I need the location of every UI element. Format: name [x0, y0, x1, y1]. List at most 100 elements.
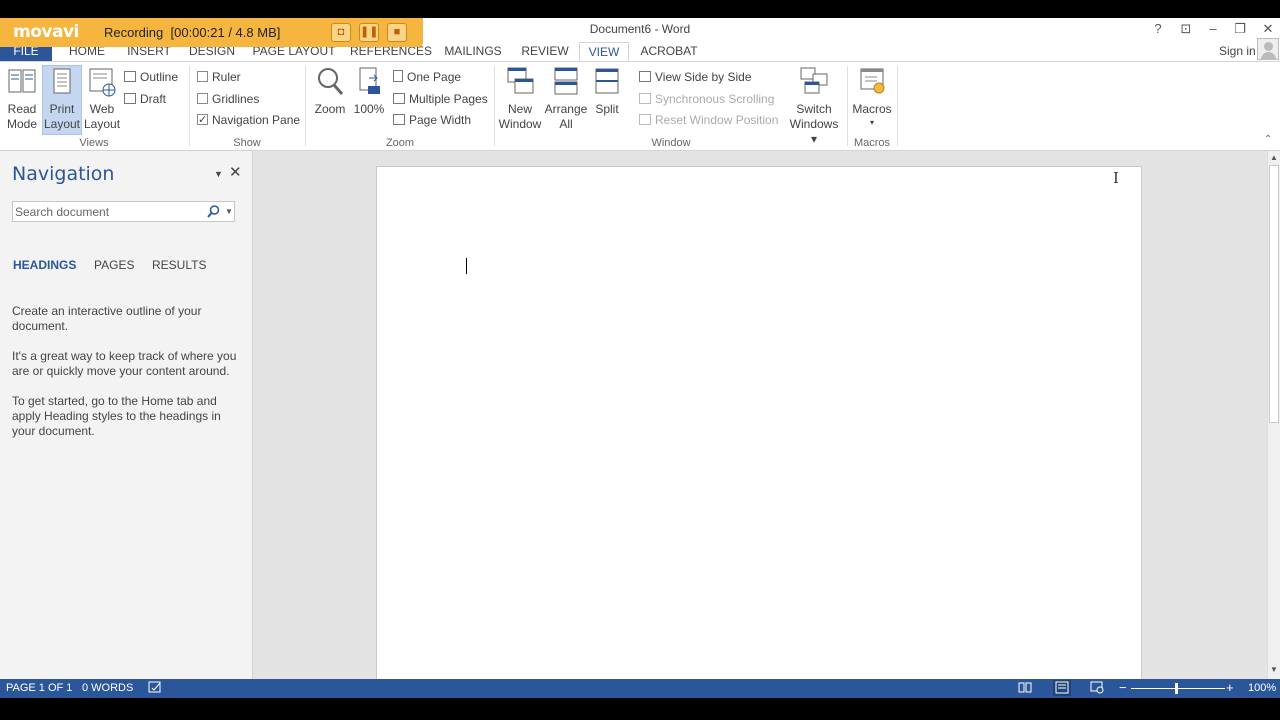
zoom-out-button[interactable]: −: [1119, 680, 1127, 695]
macros-icon: [857, 66, 887, 98]
read-mode-button[interactable]: Read Mode: [4, 66, 40, 134]
word-window: Document6 - Word ? ⊡ – ❐ ✕ movavi Record…: [0, 18, 1280, 698]
tab-pages[interactable]: PAGES: [94, 258, 134, 272]
search-icon[interactable]: [206, 204, 221, 219]
recorder-overlay: movavi Recording [00:00:21 / 4.8 MB] ◘ ❚…: [0, 18, 423, 47]
page-width-button[interactable]: Page Width: [393, 111, 471, 129]
draft-icon: [124, 93, 136, 104]
tab-acrobat[interactable]: ACROBAT: [638, 42, 700, 61]
pause-icon: ❚❚: [360, 26, 379, 38]
arrange-all-button[interactable]: Arrange All: [544, 66, 588, 134]
movavi-logo: movavi: [13, 22, 79, 42]
zoom-level[interactable]: 100%: [1248, 682, 1276, 694]
document-page[interactable]: I: [376, 166, 1142, 686]
avatar[interactable]: [1257, 38, 1279, 60]
page-count[interactable]: PAGE 1 OF 1: [6, 682, 72, 694]
show-group-label: Show: [233, 137, 261, 149]
restore-button[interactable]: ❐: [1227, 19, 1253, 39]
zoom-in-button[interactable]: +: [1226, 680, 1234, 695]
scroll-up-icon[interactable]: ▲: [1270, 153, 1278, 162]
nav-help-text: It's a great way to keep track of where …: [12, 349, 237, 378]
web-layout-icon: [87, 66, 117, 98]
view-side-by-side-button[interactable]: View Side by Side: [639, 68, 752, 86]
zoom-button[interactable]: Zoom: [312, 66, 348, 134]
collapse-ribbon-button[interactable]: ⌃: [1264, 134, 1272, 145]
screenshot-button[interactable]: ◘: [331, 23, 351, 42]
user-icon: [1264, 42, 1273, 51]
screen-bottom-border: [0, 698, 1280, 720]
gridlines-checkbox[interactable]: Gridlines: [197, 90, 259, 108]
nav-help-text: To get started, go to the Home tab and a…: [12, 394, 221, 438]
tab-headings[interactable]: HEADINGS: [13, 258, 76, 272]
stop-icon: ■: [393, 26, 401, 38]
search-input[interactable]: [15, 203, 195, 220]
ribbon-display-options-button[interactable]: ⊡: [1173, 19, 1199, 39]
help-button[interactable]: ?: [1145, 19, 1171, 39]
reset-window-position-button: Reset Window Position: [639, 111, 778, 129]
macros-button[interactable]: Macros ▾: [851, 66, 893, 134]
pause-button[interactable]: ❚❚: [359, 23, 379, 42]
scrollbar-thumb[interactable]: [1269, 165, 1279, 423]
search-options-icon[interactable]: ▼: [225, 207, 233, 216]
tab-review[interactable]: REVIEW: [518, 42, 572, 61]
tab-view[interactable]: VIEW: [579, 42, 629, 62]
close-icon[interactable]: ✕: [229, 163, 242, 181]
switch-windows-button[interactable]: Switch Windows ▾: [785, 66, 843, 146]
one-page-button[interactable]: One Page: [393, 68, 461, 86]
minimize-button[interactable]: –: [1200, 19, 1226, 39]
window-group-label: Window: [651, 137, 691, 149]
navigation-pane: Navigation ▼ ✕ ▼ HEADINGS PAGES RESULTS …: [0, 151, 253, 679]
close-button[interactable]: ✕: [1255, 19, 1280, 39]
ruler-checkbox[interactable]: Ruler: [197, 68, 241, 86]
stop-button[interactable]: ■: [387, 23, 407, 42]
ibeam-cursor-icon: I: [1113, 169, 1119, 187]
arrange-all-icon: [551, 66, 581, 98]
reset-window-icon: [639, 114, 651, 125]
search-box: ▼: [12, 201, 235, 222]
switch-windows-icon: [799, 66, 829, 98]
zoom-slider[interactable]: [1131, 688, 1225, 689]
word-count[interactable]: 0 WORDS: [82, 682, 133, 694]
screen-top-border: [0, 0, 1280, 18]
split-button[interactable]: Split: [590, 66, 624, 134]
read-mode-view-icon[interactable]: [1018, 681, 1032, 697]
sign-in-link[interactable]: Sign in: [1219, 44, 1256, 58]
recording-status: Recording [00:00:21 / 4.8 MB]: [104, 25, 281, 40]
side-by-side-icon: [639, 71, 651, 82]
multiple-pages-button[interactable]: Multiple Pages: [393, 90, 488, 108]
work-area: Navigation ▼ ✕ ▼ HEADINGS PAGES RESULTS …: [0, 151, 1280, 686]
sync-scroll-icon: [639, 93, 651, 104]
macros-group-label: Macros: [853, 137, 891, 149]
camera-icon: ◘: [337, 26, 345, 38]
draft-button[interactable]: Draft: [124, 90, 166, 108]
synchronous-scrolling-button: Synchronous Scrolling: [639, 90, 774, 108]
print-layout-view-icon[interactable]: [1053, 680, 1071, 696]
scroll-down-icon[interactable]: ▼: [1270, 665, 1278, 674]
tab-results[interactable]: RESULTS: [152, 258, 206, 272]
zoom-100-icon: [354, 66, 384, 98]
zoom-group-label: Zoom: [385, 137, 415, 149]
tab-mailings[interactable]: MAILINGS: [442, 42, 504, 61]
new-window-button[interactable]: New Window: [498, 66, 542, 134]
ribbon: Read Mode Print Layout Web Layout Outlin…: [0, 61, 1280, 151]
zoom-slider-thumb[interactable]: [1175, 683, 1178, 694]
page-width-icon: [393, 114, 405, 125]
print-layout-icon: [47, 66, 77, 98]
status-bar: PAGE 1 OF 1 0 WORDS − + 100%: [0, 679, 1280, 698]
navigation-pane-checkbox[interactable]: Navigation Pane: [197, 111, 300, 129]
outline-button[interactable]: Outline: [124, 68, 178, 86]
proofing-icon[interactable]: [148, 681, 162, 697]
multiple-pages-icon: [393, 93, 405, 104]
vertical-scrollbar[interactable]: ▲ ▼: [1267, 151, 1280, 679]
zoom-100-button[interactable]: 100%: [352, 66, 386, 134]
new-window-icon: [505, 66, 535, 98]
chevron-down-icon[interactable]: ▼: [214, 169, 223, 179]
print-layout-button[interactable]: Print Layout: [42, 65, 82, 135]
views-group-label: Views: [79, 137, 109, 149]
magnifier-icon: [315, 66, 345, 98]
web-layout-button[interactable]: Web Layout: [84, 66, 120, 134]
web-layout-view-icon[interactable]: [1090, 681, 1104, 697]
nav-help-text: Create an interactive outline of your do…: [12, 304, 202, 333]
navigation-title: Navigation: [12, 163, 115, 185]
split-icon: [592, 66, 622, 98]
